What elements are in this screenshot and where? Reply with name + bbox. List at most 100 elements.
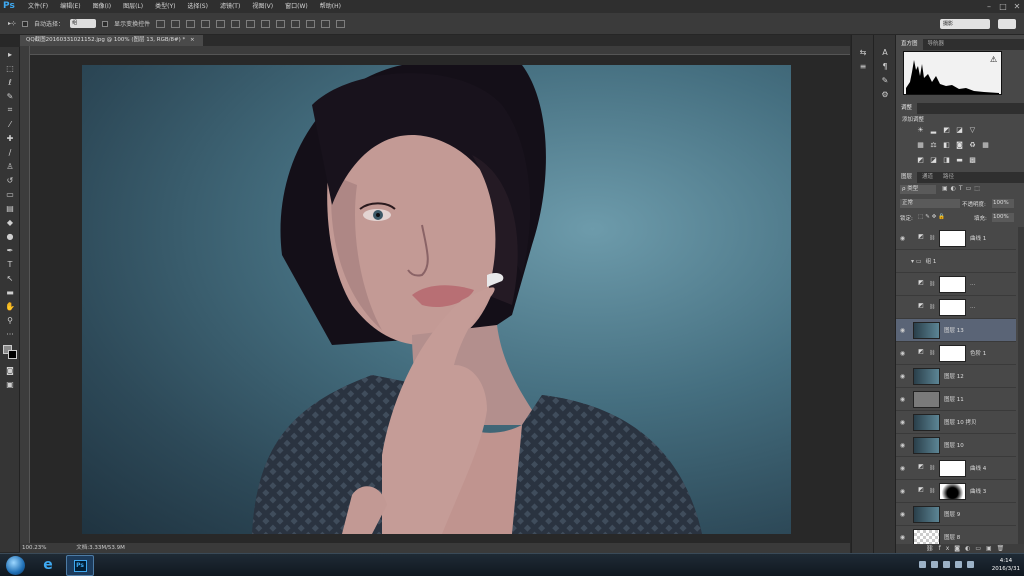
layer-thumbnail[interactable] xyxy=(939,298,966,316)
layer-row[interactable]: ◉ 图层 10 xyxy=(896,434,1016,457)
menu-item-1[interactable]: 编辑(E) xyxy=(54,0,86,13)
align-vcenter-icon[interactable] xyxy=(171,19,181,28)
distribute-bottom-icon[interactable] xyxy=(276,19,286,28)
layer-row[interactable]: ◉ 图层 8 xyxy=(896,526,1016,544)
photoshop-taskbar-button[interactable]: Ps xyxy=(66,555,94,576)
menu-item-9[interactable]: 帮助(H) xyxy=(314,0,347,13)
eye-icon[interactable]: ◉ xyxy=(896,327,909,334)
hue-sat-icon[interactable]: ▦ xyxy=(916,141,925,149)
crop-tool-icon[interactable]: ⌗ xyxy=(0,103,20,117)
distribute-top-icon[interactable] xyxy=(246,19,256,28)
tab-histogram[interactable]: 直方图 xyxy=(896,39,923,50)
distribute-hcenter-icon[interactable] xyxy=(306,19,316,28)
maximize-button[interactable]: □ xyxy=(996,0,1010,13)
tab-paths[interactable]: 路径 xyxy=(938,172,959,183)
gradient-map-icon[interactable]: ▬ xyxy=(955,156,964,164)
threshold-icon[interactable]: ◨ xyxy=(942,156,951,164)
fill-field[interactable]: 100% xyxy=(992,213,1014,222)
layer-row[interactable]: ◉ ◩ ⛓ 曲线 1 xyxy=(896,227,1016,250)
layer-thumbnail[interactable] xyxy=(913,436,940,454)
zoom-level[interactable]: 100.23% xyxy=(22,545,46,551)
eye-icon[interactable]: ◉ xyxy=(896,373,909,380)
gradient-tool-icon[interactable]: ▤ xyxy=(0,201,20,215)
layer-thumbnail[interactable] xyxy=(939,275,966,293)
layer-row[interactable]: ◉ ◩ ⛓ 色阶 1 xyxy=(896,342,1016,365)
pen-tool-icon[interactable]: ✒ xyxy=(0,243,20,257)
menu-item-8[interactable]: 窗口(W) xyxy=(279,0,314,13)
eraser-tool-icon[interactable]: ▭ xyxy=(0,187,20,201)
align-top-icon[interactable] xyxy=(156,19,166,28)
tray-app-icon[interactable] xyxy=(919,561,926,568)
workspace-toggle[interactable] xyxy=(998,19,1016,29)
eye-icon[interactable]: ◉ xyxy=(896,511,909,518)
start-button[interactable] xyxy=(6,556,25,575)
layer-row[interactable]: ◉ 图层 10 拷贝 xyxy=(896,411,1016,434)
tray-ime-icon[interactable] xyxy=(967,561,974,568)
invert-icon[interactable]: ◩ xyxy=(916,156,925,164)
channel-mixer-icon[interactable]: ♻ xyxy=(968,141,977,149)
menu-item-2[interactable]: 图像(I) xyxy=(87,0,117,13)
actions-panel-icon[interactable]: ≡ xyxy=(852,59,874,73)
eye-icon[interactable]: ◉ xyxy=(896,235,909,242)
lock-icons[interactable]: ⬚✎✥🔒 xyxy=(918,214,947,220)
layer-thumbnail[interactable] xyxy=(939,459,966,477)
quick-select-tool-icon[interactable]: ✎ xyxy=(0,89,20,103)
layer-filter-dropdown[interactable]: ρ 类型 xyxy=(900,185,936,194)
eyedropper-tool-icon[interactable]: ⁄ xyxy=(0,117,20,131)
link-icon[interactable]: ⛓ xyxy=(929,281,935,287)
color-balance-icon[interactable]: ⚖ xyxy=(929,141,938,149)
tab-channels[interactable]: 通道 xyxy=(917,172,938,183)
auto-select-dropdown[interactable]: 组 xyxy=(70,19,97,28)
marquee-tool-icon[interactable]: ⬚ xyxy=(0,61,20,75)
layer-filter-icons[interactable]: ▣◐T▭⬚ xyxy=(942,185,983,192)
clone-stamp-tool-icon[interactable]: ♙ xyxy=(0,159,20,173)
show-transform-checkbox[interactable] xyxy=(102,20,109,27)
type-tool-icon[interactable]: T xyxy=(0,257,20,271)
brush-panel-icon[interactable]: ✎ xyxy=(874,73,896,87)
move-tool-icon[interactable]: ▸⊹ xyxy=(8,20,16,27)
align-bottom-icon[interactable] xyxy=(186,19,196,28)
layer-thumbnail[interactable] xyxy=(913,505,940,523)
layer-thumbnail[interactable] xyxy=(939,344,966,362)
layer-thumbnail[interactable] xyxy=(913,321,940,339)
photo-filter-icon[interactable]: ◙ xyxy=(955,141,964,149)
color-lookup-icon[interactable]: ▦ xyxy=(981,141,990,149)
layers-scrollbar[interactable] xyxy=(1018,227,1024,544)
distribute-right-icon[interactable] xyxy=(321,19,331,28)
quick-mask-icon[interactable]: ◙ xyxy=(0,363,20,377)
horizontal-ruler[interactable] xyxy=(30,46,850,55)
shape-tool-icon[interactable]: ▬ xyxy=(0,285,20,299)
vertical-ruler[interactable] xyxy=(20,46,30,543)
workspace-dropdown[interactable]: 摄影 xyxy=(940,19,990,29)
layer-thumbnail[interactable] xyxy=(913,367,940,385)
layer-row[interactable]: ◉ 图层 12 xyxy=(896,365,1016,388)
posterize-icon[interactable]: ◪ xyxy=(929,156,938,164)
auto-select-checkbox[interactable] xyxy=(22,20,29,27)
layer-thumbnail[interactable] xyxy=(913,390,940,408)
hand-tool-icon[interactable]: ✋ xyxy=(0,299,20,313)
layer-row[interactable]: ◉ 图层 9 xyxy=(896,503,1016,526)
document-tab[interactable]: QQ截图20160331021152.jpg @ 100% (图层 13, RG… xyxy=(20,35,203,46)
zoom-tool-icon[interactable]: ⚲ xyxy=(0,313,20,327)
color-swatches-icon[interactable] xyxy=(0,341,20,363)
screen-mode-icon[interactable]: ▣ xyxy=(0,377,20,391)
layer-row[interactable]: ◩ ⛓... xyxy=(896,296,1016,319)
layer-row[interactable]: ◉ 图层 13 xyxy=(896,319,1016,342)
blur-tool-icon[interactable]: ◆ xyxy=(0,215,20,229)
tab-layers[interactable]: 图层 xyxy=(896,172,918,183)
layer-actions-bar[interactable]: ⛓fx◙◐▭▣🗑 xyxy=(896,544,1024,553)
close-button[interactable]: ✕ xyxy=(1010,0,1024,13)
tab-adjustments[interactable]: 调整 xyxy=(896,103,918,114)
dodge-tool-icon[interactable]: ● xyxy=(0,229,20,243)
menu-item-4[interactable]: 类型(Y) xyxy=(149,0,181,13)
link-icon[interactable]: ⛓ xyxy=(929,488,935,494)
portrait-photo[interactable] xyxy=(82,65,791,534)
link-icon[interactable]: ⛓ xyxy=(929,350,935,356)
move-tool-icon[interactable]: ▸ xyxy=(0,47,20,61)
minimize-button[interactable]: – xyxy=(982,0,996,13)
healing-tool-icon[interactable]: ✚ xyxy=(0,131,20,145)
link-icon[interactable]: ⛓ xyxy=(929,235,935,241)
opacity-field[interactable]: 100% xyxy=(992,199,1014,208)
bw-icon[interactable]: ◧ xyxy=(942,141,951,149)
exposure-icon[interactable]: ◪ xyxy=(955,126,964,134)
